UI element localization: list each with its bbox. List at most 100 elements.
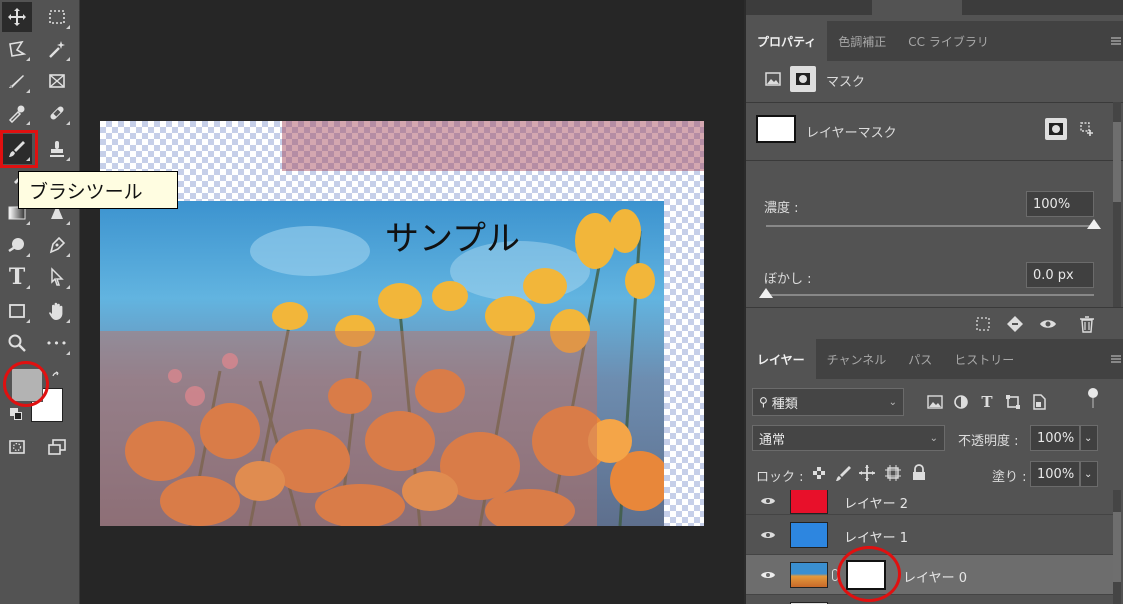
- select-mask-icon[interactable]: [1045, 118, 1067, 140]
- collapsed-panel-strip: [746, 0, 1123, 15]
- filter-adjustment-icon[interactable]: [950, 391, 972, 413]
- fill-dropdown-button[interactable]: ⌄: [1080, 461, 1098, 487]
- layer-filter-select[interactable]: ⚲ 種類 ⌄: [752, 388, 904, 416]
- visibility-eye-icon[interactable]: [760, 493, 776, 509]
- pixel-mask-icon[interactable]: [762, 68, 784, 90]
- lock-image-pixels-icon[interactable]: [832, 462, 854, 484]
- tab-layers[interactable]: レイヤー: [746, 339, 816, 379]
- layer-mask-label: レイヤーマスク: [806, 126, 897, 141]
- fill-label: 塗り :: [992, 470, 1027, 485]
- layer-mask-mode-icon[interactable]: [790, 66, 816, 92]
- rectangle-tool[interactable]: [2, 296, 32, 326]
- density-slider-track[interactable]: [766, 225, 1094, 227]
- frame-icon: [49, 74, 65, 88]
- layers-scrollbar[interactable]: [1113, 490, 1121, 604]
- marquee-icon: [49, 10, 65, 24]
- type-tool[interactable]: T: [2, 262, 32, 292]
- more-tools[interactable]: •••: [42, 328, 72, 358]
- fill-input[interactable]: 100%: [1030, 461, 1080, 487]
- tab-channels[interactable]: チャンネル: [816, 339, 898, 379]
- hand-tool[interactable]: [42, 296, 72, 326]
- visibility-eye-icon[interactable]: [760, 527, 776, 543]
- chevron-down-icon: ⌄: [1084, 468, 1093, 480]
- tab-adjustments[interactable]: 色調補正: [827, 21, 897, 61]
- delete-mask-icon[interactable]: [1076, 313, 1098, 335]
- lasso-tool[interactable]: [2, 34, 32, 64]
- filter-shape-icon[interactable]: [1002, 391, 1024, 413]
- ellipsis-icon: •••: [45, 336, 69, 350]
- stamp-tool[interactable]: [42, 134, 72, 164]
- layer-name[interactable]: レイヤー 0: [903, 567, 967, 586]
- quick-mask-button[interactable]: [2, 432, 32, 462]
- lock-transparent-pixels-icon[interactable]: [808, 462, 830, 484]
- move-icon: [8, 8, 26, 26]
- tools-panel: T •••: [0, 0, 80, 604]
- opacity-label: 不透明度 :: [958, 434, 1019, 449]
- layers-scroll-thumb[interactable]: [1113, 512, 1121, 582]
- visibility-eye-icon[interactable]: [760, 567, 776, 583]
- layer-row-partial[interactable]: [746, 594, 1113, 604]
- filter-toggle-icon[interactable]: [1088, 388, 1098, 410]
- document-canvas-area[interactable]: サンプル: [80, 0, 744, 604]
- canvas-text-sample: サンプル: [385, 219, 520, 259]
- properties-menu-icon[interactable]: [1111, 37, 1121, 45]
- swap-colors-icon[interactable]: [51, 368, 63, 380]
- lasso-icon: [9, 40, 27, 57]
- lock-label: ロック :: [756, 470, 804, 485]
- layer-thumbnail: [790, 562, 828, 588]
- tab-paths[interactable]: パス: [897, 339, 943, 379]
- properties-scroll-thumb[interactable]: [1113, 122, 1121, 202]
- crop-tool[interactable]: [2, 66, 32, 96]
- rectangle-icon: [9, 304, 25, 318]
- filter-type-icon[interactable]: T: [976, 391, 998, 413]
- density-slider-thumb[interactable]: [1087, 219, 1101, 229]
- filter-smart-object-icon[interactable]: [1028, 391, 1050, 413]
- lock-all-icon[interactable]: [908, 462, 930, 484]
- dodge-tool[interactable]: [2, 230, 32, 260]
- opacity-dropdown-button[interactable]: ⌄: [1080, 425, 1098, 451]
- blend-mode-select[interactable]: 通常 ⌄: [752, 425, 945, 451]
- move-tool[interactable]: [2, 2, 32, 32]
- screen-mode-button[interactable]: [42, 432, 72, 462]
- layer-mask-thumbnail[interactable]: [756, 115, 796, 143]
- lock-artboard-icon[interactable]: [882, 462, 904, 484]
- pen-icon: [49, 236, 66, 254]
- brush-tool-highlight: [0, 130, 38, 168]
- filter-pixel-icon[interactable]: [924, 391, 946, 413]
- feather-slider-track[interactable]: [766, 294, 1094, 296]
- layer-1-content: [100, 331, 597, 526]
- layer-name[interactable]: レイヤー 2: [844, 493, 908, 512]
- feather-input[interactable]: 0.0 px: [1026, 262, 1094, 288]
- density-input[interactable]: 100%: [1026, 191, 1094, 217]
- healing-brush-tool[interactable]: [42, 98, 72, 128]
- apply-mask-icon[interactable]: [1076, 118, 1098, 140]
- path-selection-tool[interactable]: [42, 262, 72, 292]
- marquee-tool[interactable]: [42, 2, 72, 32]
- properties-scrollbar[interactable]: [1113, 102, 1121, 307]
- layer-name[interactable]: レイヤー 1: [844, 527, 908, 546]
- opacity-input[interactable]: 100%: [1030, 425, 1080, 451]
- screen-mode-icon: [48, 439, 66, 455]
- zoom-tool[interactable]: [2, 328, 32, 358]
- apply-mask-bottom-icon[interactable]: [1004, 313, 1026, 335]
- frame-tool[interactable]: [42, 66, 72, 96]
- bandage-icon: [50, 106, 64, 120]
- feather-slider-thumb[interactable]: [759, 288, 773, 298]
- lock-position-icon[interactable]: [856, 462, 878, 484]
- layers-menu-icon[interactable]: [1111, 355, 1121, 363]
- pen-tool[interactable]: [42, 230, 72, 260]
- collapsed-active-tab[interactable]: [872, 0, 962, 15]
- eyedropper-tool[interactable]: [2, 98, 32, 128]
- default-colors-icon[interactable]: [10, 408, 24, 422]
- magic-wand-tool[interactable]: [42, 34, 72, 64]
- tab-history[interactable]: ヒストリー: [943, 339, 1025, 379]
- load-selection-icon[interactable]: [972, 313, 994, 335]
- document-canvas[interactable]: サンプル: [100, 121, 704, 526]
- dodge-icon: [8, 238, 24, 253]
- tab-properties[interactable]: プロパティ: [746, 21, 828, 61]
- chevron-down-icon: ⌄: [888, 396, 897, 408]
- toggle-mask-visibility-icon[interactable]: [1037, 313, 1059, 335]
- layer-row-1[interactable]: レイヤー 1: [746, 514, 1113, 554]
- tab-cc-libraries[interactable]: CC ライブラリ: [897, 21, 1000, 61]
- layer-row-0[interactable]: レイヤー 0: [746, 554, 1113, 594]
